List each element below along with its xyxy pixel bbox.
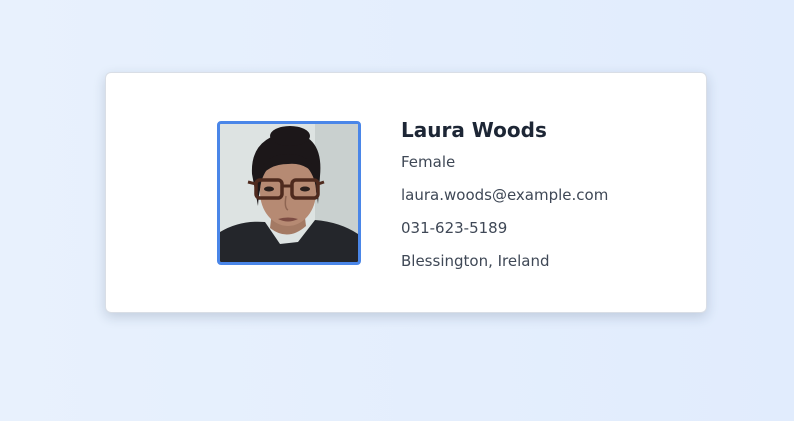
profile-photo (217, 121, 361, 265)
profile-name: Laura Woods (401, 118, 547, 142)
profile-phone: 031-623-5189 (401, 219, 508, 237)
profile-location: Blessington, Ireland (401, 252, 550, 270)
profile-gender: Female (401, 153, 456, 171)
profile-details: Laura Woods Female laura.woods@example.c… (401, 117, 608, 271)
profile-email: laura.woods@example.com (401, 186, 609, 204)
profile-card: Laura Woods Female laura.woods@example.c… (105, 72, 707, 313)
